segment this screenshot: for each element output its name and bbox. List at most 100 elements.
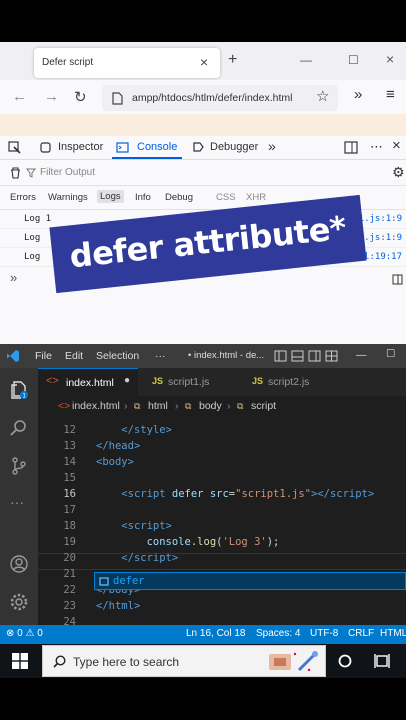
tab-script1-js[interactable]: JS script1.js — [138, 368, 238, 396]
more-tabs-chevrons-icon[interactable]: » — [268, 138, 276, 154]
line-ending[interactable]: CRLF — [348, 628, 374, 639]
window-close-icon[interactable]: × — [386, 51, 394, 67]
devtools-menu-icon[interactable]: ⋯ — [370, 139, 383, 155]
property-icon — [99, 577, 109, 586]
tab-label: script1.js — [168, 376, 210, 388]
maximize-icon[interactable]: ☐ — [348, 53, 359, 67]
language-mode[interactable]: HTML — [380, 628, 406, 639]
dock-icon[interactable] — [344, 141, 358, 154]
breadcrumb-item[interactable]: body — [199, 400, 222, 412]
maximize-icon[interactable]: ☐ — [386, 348, 395, 360]
tab-script2-js[interactable]: JS script2.js — [238, 368, 338, 396]
menu-edit[interactable]: Edit — [65, 350, 83, 362]
editor-tabs: <> index.html ● JS script1.js JS script2… — [38, 368, 406, 396]
breadcrumb-item[interactable]: script — [251, 400, 276, 412]
unsaved-dot-icon[interactable]: ● — [124, 375, 130, 386]
line-number: 14 — [63, 456, 76, 468]
encoding[interactable]: UTF-8 — [310, 628, 338, 639]
console-filter-bar: Filter Output ⚙ — [0, 160, 406, 186]
console-prompt-chevrons-icon[interactable]: » — [10, 270, 17, 285]
taskbar-search-input[interactable]: Type here to search — [42, 645, 326, 677]
code-line: <script defer src="script1.js"></script> — [121, 488, 375, 500]
browser-window: Defer script × + — ☐ × ← → ↻ ampp/htdocs… — [0, 42, 406, 344]
breadcrumb: <> index.html › ⧉ html › ⧉ body › ⧉ scri… — [38, 396, 406, 416]
trash-icon[interactable] — [10, 167, 21, 179]
cortana-circle-icon[interactable] — [338, 654, 352, 668]
line-number: 13 — [63, 440, 76, 452]
bookmark-star-icon[interactable]: ☆ — [316, 87, 329, 105]
line-number: 16 — [63, 488, 76, 500]
element-icon: ⧉ — [134, 401, 141, 411]
split-console-icon[interactable] — [392, 274, 403, 285]
js-file-icon: JS — [152, 376, 164, 386]
level-warnings[interactable]: Warnings — [48, 192, 88, 203]
cursor-position[interactable]: Ln 16, Col 18 — [186, 628, 246, 639]
source-control-icon[interactable] — [9, 456, 29, 476]
minimize-icon[interactable]: — — [356, 349, 367, 361]
search-icon — [53, 655, 66, 668]
settings-gear-icon[interactable]: ⚙ — [392, 164, 405, 181]
minimize-icon[interactable]: — — [300, 53, 312, 67]
level-debug[interactable]: Debug — [165, 192, 193, 203]
forward-arrow-icon[interactable]: → — [44, 88, 59, 105]
page-icon — [112, 92, 123, 105]
close-icon[interactable]: × — [200, 54, 208, 70]
code-line: </script> — [121, 552, 179, 564]
new-tab-plus-icon[interactable]: + — [228, 51, 237, 69]
windows-start-icon[interactable] — [12, 653, 28, 669]
menu-more[interactable]: ··· — [155, 350, 166, 362]
devtools-toolbar: Inspector Console Debugger » ⋯ × — [0, 136, 406, 160]
url-bar[interactable]: ampp/htdocs/htlm/defer/index.html — [102, 85, 338, 111]
more-views-icon[interactable]: ··· — [10, 494, 24, 510]
code-editor[interactable]: 12 13 14 15 16 17 18 19 20 21 22 23 24 <… — [38, 416, 406, 628]
menu-selection[interactable]: Selection — [96, 350, 139, 362]
level-info[interactable]: Info — [135, 192, 151, 203]
level-logs[interactable]: Logs — [97, 190, 124, 203]
status-bar: ⊗ 0 ⚠ 0 Ln 16, Col 18 Spaces: 4 UTF-8 CR… — [0, 625, 406, 644]
breadcrumb-item[interactable]: html — [148, 400, 168, 412]
task-view-icon[interactable] — [374, 653, 390, 669]
back-arrow-icon[interactable]: ← — [12, 88, 27, 105]
active-tab-indicator — [112, 157, 182, 159]
level-css[interactable]: CSS — [216, 192, 236, 203]
line-number: 20 — [63, 552, 76, 564]
account-icon[interactable] — [9, 554, 29, 574]
layout-toggle-icons[interactable] — [274, 350, 338, 362]
indentation[interactable]: Spaces: 4 — [256, 628, 300, 639]
autocomplete-suggestion[interactable]: defer — [94, 572, 406, 590]
element-icon: ⧉ — [237, 401, 244, 411]
level-errors[interactable]: Errors — [10, 192, 36, 203]
line-number: 15 — [63, 472, 76, 484]
filter-input[interactable]: Filter Output — [40, 167, 95, 178]
breadcrumb-item[interactable]: index.html — [72, 400, 120, 412]
chevron-right-icon: › — [124, 400, 128, 412]
element-icon: ⧉ — [185, 401, 192, 411]
reload-icon[interactable]: ↻ — [74, 88, 87, 106]
code-line: console.log('Log 3'); — [146, 536, 280, 548]
tab-debugger[interactable]: Debugger — [210, 141, 258, 153]
code-line: </html> — [96, 600, 141, 612]
menu-icon[interactable]: ≡ — [386, 86, 395, 103]
explorer-files-icon[interactable]: 1 — [9, 380, 29, 400]
settings-gear-icon[interactable] — [9, 592, 29, 612]
devtools-close-icon[interactable]: × — [392, 137, 401, 154]
level-xhr[interactable]: XHR — [246, 192, 266, 203]
element-picker-icon[interactable] — [8, 141, 21, 154]
log-message: Log — [24, 252, 41, 262]
line-number: 17 — [63, 504, 76, 516]
browser-tab[interactable]: Defer script × — [34, 48, 220, 78]
tab-console[interactable]: Console — [137, 141, 177, 153]
code-line: <script> — [121, 520, 172, 532]
tab-inspector[interactable]: Inspector — [58, 141, 103, 153]
svg-text:1: 1 — [22, 393, 26, 400]
search-icon[interactable] — [9, 418, 29, 438]
menu-file[interactable]: File — [35, 350, 52, 362]
filter-icon — [26, 168, 36, 178]
tab-label: index.html — [66, 377, 114, 389]
search-placeholder: Type here to search — [73, 655, 180, 669]
vscode-window: File Edit Selection ··· • index.html - d… — [0, 344, 406, 644]
tab-index-html[interactable]: <> index.html ● — [38, 368, 138, 396]
overflow-chevrons-icon[interactable]: » — [354, 86, 362, 103]
problems-counter[interactable]: ⊗ 0 ⚠ 0 — [6, 628, 43, 639]
search-highlight-illustration-icon — [269, 651, 318, 672]
